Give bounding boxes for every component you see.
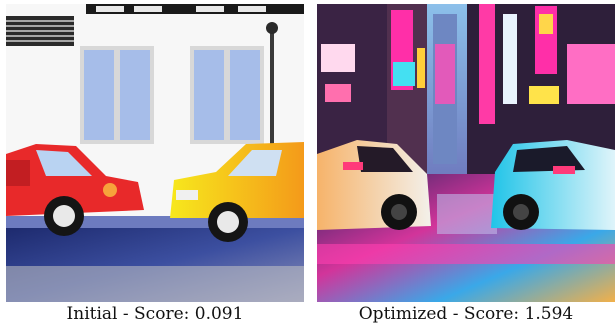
optimized-caption: Optimized - Score: 1.594 [358, 304, 574, 324]
comparison-figure: Initial - Score: 0.091 Optimized - Score… [0, 0, 615, 326]
initial-caption: Initial - Score: 0.091 [66, 304, 244, 324]
optimized-image [317, 4, 615, 302]
initial-image [6, 4, 304, 302]
initial-image-illustration [6, 4, 304, 302]
optimized-image-illustration [317, 4, 615, 302]
